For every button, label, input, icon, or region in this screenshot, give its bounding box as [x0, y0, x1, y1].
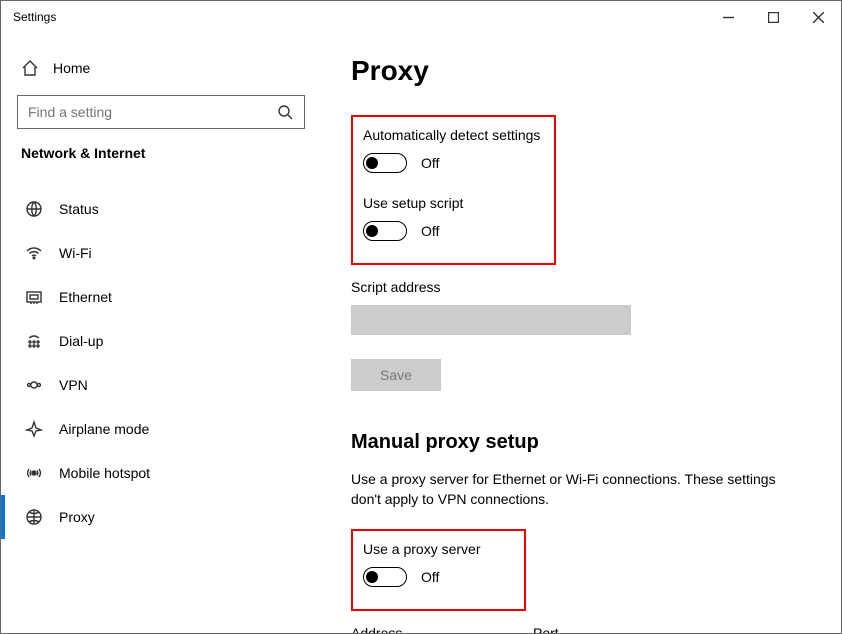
- use-script-toggle[interactable]: Off: [363, 221, 544, 241]
- dialup-icon: [25, 332, 43, 350]
- sidebar-item-proxy[interactable]: Proxy: [1, 495, 305, 539]
- settings-window: Settings Home: [0, 0, 842, 634]
- home-label: Home: [53, 60, 90, 76]
- search-box[interactable]: [17, 95, 305, 129]
- use-proxy-toggle[interactable]: Off: [363, 567, 514, 587]
- port-label: Port: [533, 625, 613, 633]
- highlight-box-auto: Automatically detect settings Off Use se…: [351, 115, 556, 265]
- sidebar-item-label: VPN: [59, 377, 88, 393]
- sidebar-item-label: Status: [59, 201, 99, 217]
- sidebar-item-vpn[interactable]: VPN: [1, 363, 305, 407]
- sidebar-item-airplane[interactable]: Airplane mode: [1, 407, 305, 451]
- wifi-icon: [25, 244, 43, 262]
- proxy-icon: [25, 508, 43, 526]
- sidebar-item-label: Dial-up: [59, 333, 103, 349]
- airplane-icon: [25, 420, 43, 438]
- sidebar-item-label: Proxy: [59, 509, 95, 525]
- vpn-icon: [25, 376, 43, 394]
- content: Home Network & Internet Status: [1, 33, 841, 633]
- use-proxy-state: Off: [421, 569, 439, 585]
- sidebar-item-wifi[interactable]: Wi-Fi: [1, 231, 305, 275]
- sidebar-item-status[interactable]: Status: [1, 187, 305, 231]
- sidebar-item-label: Wi-Fi: [59, 245, 92, 261]
- status-icon: [25, 200, 43, 218]
- sidebar-item-label: Airplane mode: [59, 421, 149, 437]
- toggle-knob: [366, 571, 378, 583]
- minimize-button[interactable]: [706, 1, 751, 33]
- address-port-row: Address Port: [351, 625, 811, 633]
- port-col: Port: [533, 625, 613, 633]
- use-proxy-label: Use a proxy server: [363, 541, 514, 557]
- use-script-state: Off: [421, 223, 439, 239]
- sidebar-item-label: Mobile hotspot: [59, 465, 150, 481]
- main-panel: Proxy Automatically detect settings Off …: [321, 33, 841, 633]
- script-address-label: Script address: [351, 279, 811, 295]
- manual-heading: Manual proxy setup: [351, 431, 811, 454]
- ethernet-icon: [25, 288, 43, 306]
- auto-detect-state: Off: [421, 155, 439, 171]
- save-button[interactable]: Save: [351, 359, 441, 391]
- address-col: Address: [351, 625, 515, 633]
- sidebar-item-dialup[interactable]: Dial-up: [1, 319, 305, 363]
- auto-detect-label: Automatically detect settings: [363, 127, 544, 143]
- nav-list: Status Wi-Fi Ethernet: [17, 187, 305, 539]
- title-bar: Settings: [1, 1, 841, 33]
- highlight-box-manual: Use a proxy server Off: [351, 529, 526, 611]
- hotspot-icon: [25, 464, 43, 482]
- section-header: Network & Internet: [21, 145, 301, 161]
- auto-detect-toggle[interactable]: Off: [363, 153, 544, 173]
- search-input[interactable]: [28, 104, 268, 120]
- close-button[interactable]: [796, 1, 841, 33]
- toggle-track: [363, 153, 407, 173]
- sidebar-item-label: Ethernet: [59, 289, 112, 305]
- sidebar-item-hotspot[interactable]: Mobile hotspot: [1, 451, 305, 495]
- sidebar: Home Network & Internet Status: [1, 33, 321, 633]
- toggle-knob: [366, 225, 378, 237]
- manual-desc: Use a proxy server for Ethernet or Wi-Fi…: [351, 470, 781, 509]
- home-icon: [21, 59, 39, 77]
- search-icon: [276, 103, 294, 121]
- maximize-button[interactable]: [751, 1, 796, 33]
- window-title: Settings: [13, 10, 56, 24]
- script-address-input[interactable]: [351, 305, 631, 335]
- address-label: Address: [351, 625, 515, 633]
- toggle-track: [363, 567, 407, 587]
- use-script-label: Use setup script: [363, 195, 544, 211]
- window-controls: [706, 1, 841, 33]
- sidebar-item-ethernet[interactable]: Ethernet: [1, 275, 305, 319]
- page-title: Proxy: [351, 55, 811, 87]
- toggle-knob: [366, 157, 378, 169]
- toggle-track: [363, 221, 407, 241]
- home-link[interactable]: Home: [17, 53, 305, 87]
